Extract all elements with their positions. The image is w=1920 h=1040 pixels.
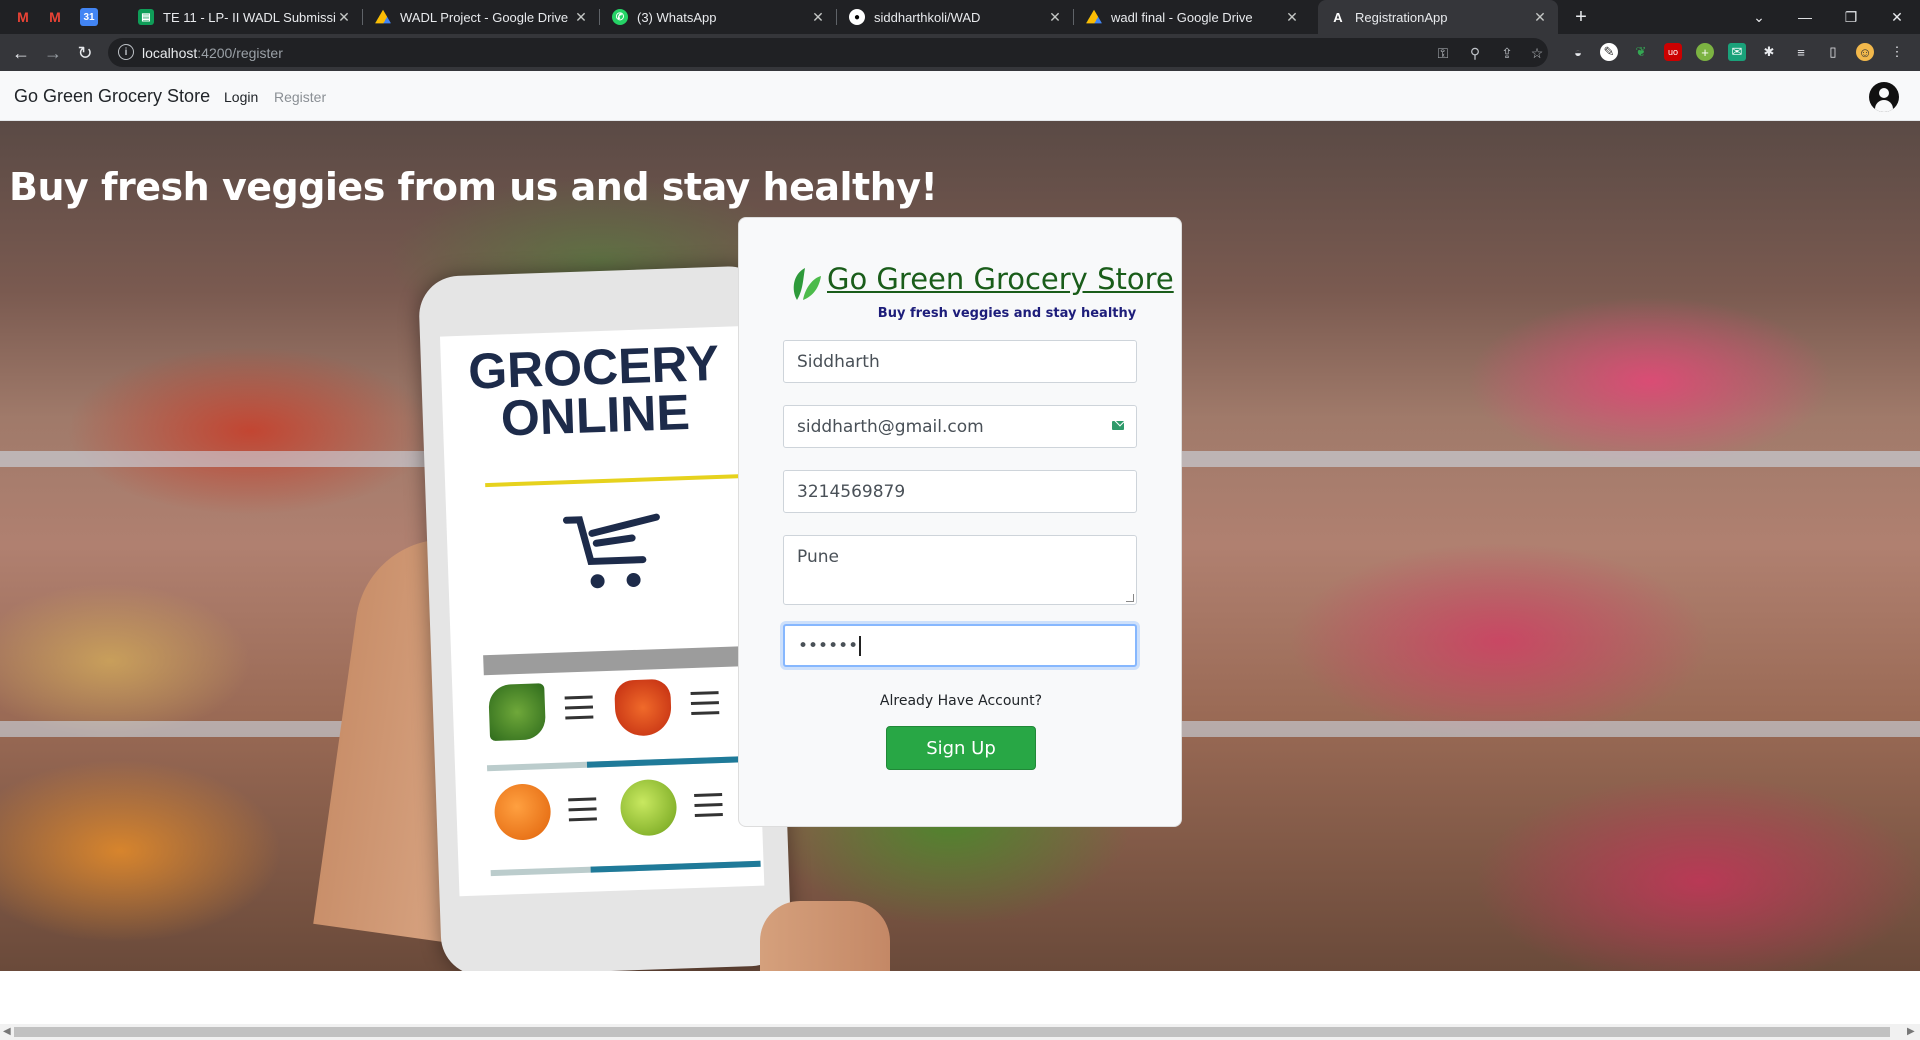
apple-icon xyxy=(619,778,678,837)
close-tab-icon[interactable]: ✕ xyxy=(1047,9,1063,26)
minimize-button[interactable]: — xyxy=(1782,0,1828,34)
tab-title: WADL Project - Google Drive xyxy=(400,9,569,25)
drive-icon xyxy=(1086,9,1102,24)
github-icon: ● xyxy=(849,9,865,25)
close-tab-icon[interactable]: ✕ xyxy=(1532,9,1548,26)
name-input[interactable]: Siddharth xyxy=(783,340,1137,383)
ublock-icon[interactable]: uo xyxy=(1664,43,1682,61)
lettuce-icon xyxy=(488,683,547,742)
checklist-icon xyxy=(556,791,597,832)
tab-title: (3) WhatsApp xyxy=(637,9,717,25)
tab-wadl-final-drive[interactable]: wadl final - Google Drive ✕ xyxy=(1074,0,1310,34)
whatsapp-icon: ✆ xyxy=(612,9,628,25)
tab-title: TE 11 - LP- II WADL Submission / xyxy=(163,9,336,25)
scroll-right-icon[interactable]: ▶ xyxy=(1907,1026,1915,1037)
back-button[interactable]: ← xyxy=(9,41,33,65)
text-caret xyxy=(859,636,861,656)
nav-login-link[interactable]: Login xyxy=(224,89,258,105)
mail-icon xyxy=(1112,421,1124,430)
address-value: Pune xyxy=(797,547,839,567)
email-value: siddharth@gmail.com xyxy=(797,417,984,437)
nav-register-link[interactable]: Register xyxy=(274,89,326,105)
tab-registration-app[interactable]: A RegistrationApp ✕ xyxy=(1318,0,1558,34)
navbar-brand[interactable]: Go Green Grocery Store xyxy=(14,86,210,107)
bookmark-star-icon[interactable]: ☆ xyxy=(1528,44,1546,62)
form-title[interactable]: Go Green Grocery Store xyxy=(827,262,1174,296)
profile-avatar-icon[interactable]: ☺ xyxy=(1856,43,1874,61)
tab-search-icon[interactable]: ⌄ xyxy=(1736,0,1782,34)
chrome-menu-icon[interactable]: ⋮ xyxy=(1888,43,1906,61)
pepper-icon xyxy=(614,678,673,737)
restore-button[interactable]: ❐ xyxy=(1828,0,1874,34)
url-text: localhost:4200/register xyxy=(142,45,283,61)
calendar-pinned-tab-icon[interactable]: 31 xyxy=(80,8,98,26)
checklist-icon xyxy=(682,787,723,828)
close-tab-icon[interactable]: ✕ xyxy=(336,9,352,26)
password-input[interactable]: •••••• xyxy=(783,624,1137,667)
password-value: •••••• xyxy=(798,636,859,656)
browser-tab-strip: M M 31 ▤ TE 11 - LP- II WADL Submission … xyxy=(0,0,1920,34)
key-icon[interactable]: ⚿ xyxy=(1434,44,1452,62)
extension-mail-icon[interactable]: ✉ xyxy=(1728,43,1746,61)
side-panel-icon[interactable]: ▯ xyxy=(1824,43,1842,61)
scrollbar-thumb[interactable] xyxy=(14,1027,1890,1037)
gmail-pinned-tab-icon[interactable]: M xyxy=(14,8,32,26)
form-subtitle: Buy fresh veggies and stay healthy xyxy=(877,306,1137,321)
tab-title: wadl final - Google Drive xyxy=(1111,9,1253,25)
resize-handle-icon[interactable] xyxy=(1126,594,1134,602)
address-textarea[interactable]: Pune xyxy=(783,535,1137,605)
address-bar[interactable]: i localhost:4200/register ⚿ ⚲ ⇪ ☆ xyxy=(108,38,1548,67)
close-tab-icon[interactable]: ✕ xyxy=(1284,9,1300,26)
progress-bar xyxy=(486,755,758,772)
tab-whatsapp[interactable]: ✆ (3) WhatsApp ✕ xyxy=(600,0,836,34)
extension-incognito-icon[interactable]: ◒ xyxy=(1569,43,1587,61)
drive-icon xyxy=(375,9,391,24)
orange-icon xyxy=(493,783,552,841)
progress-bar xyxy=(490,860,761,877)
app-navbar: Go Green Grocery Store Login Register xyxy=(0,71,1920,121)
tab-wadl-submission[interactable]: ▤ TE 11 - LP- II WADL Submission / ✕ xyxy=(126,0,362,34)
zoom-icon[interactable]: ⚲ xyxy=(1466,44,1484,62)
sign-up-button[interactable]: Sign Up xyxy=(886,726,1036,770)
angular-icon: A xyxy=(1333,9,1343,25)
tab-wadl-project-drive[interactable]: WADL Project - Google Drive ✕ xyxy=(363,0,599,34)
tab-title: RegistrationApp xyxy=(1355,9,1448,25)
close-tab-icon[interactable]: ✕ xyxy=(810,9,826,26)
reload-button[interactable]: ↻ xyxy=(73,41,97,65)
tab-title: siddharthkoli/WAD xyxy=(874,9,981,25)
extension-plus-icon[interactable]: + xyxy=(1696,43,1714,61)
cart-icon xyxy=(562,513,660,589)
phone-input[interactable]: 3214569879 xyxy=(783,470,1137,513)
close-window-button[interactable]: ✕ xyxy=(1874,0,1920,34)
gmail-pinned-tab-icon-2[interactable]: M xyxy=(46,8,64,26)
horizontal-scrollbar[interactable]: ◀ ▶ xyxy=(0,1024,1920,1040)
email-input[interactable]: siddharth@gmail.com xyxy=(783,405,1137,448)
new-tab-button[interactable]: + xyxy=(1558,0,1604,34)
hero-title: Buy fresh veggies from us and stay healt… xyxy=(9,165,938,209)
extensions-puzzle-icon[interactable]: ✱ xyxy=(1760,43,1778,61)
already-have-account-link[interactable]: Already Have Account? xyxy=(739,693,1183,709)
phone-text-online: ONLINE xyxy=(499,383,691,447)
divider-line xyxy=(485,474,746,488)
user-account-icon[interactable] xyxy=(1869,82,1899,112)
leaf-logo-icon xyxy=(793,268,821,300)
extension-profile-icon[interactable]: ✎ xyxy=(1600,43,1618,61)
checklist-icon xyxy=(678,685,720,726)
registration-card: Go Green Grocery Store Buy fresh veggies… xyxy=(738,217,1182,827)
phone-image: GROCERY ONLINE xyxy=(417,265,793,971)
checklist-icon xyxy=(552,689,594,730)
forward-button[interactable]: → xyxy=(41,41,65,65)
close-tab-icon[interactable]: ✕ xyxy=(573,9,589,26)
scroll-left-icon[interactable]: ◀ xyxy=(3,1026,11,1037)
food-bar xyxy=(483,645,754,676)
site-info-icon[interactable]: i xyxy=(118,44,134,60)
thumb-image xyxy=(760,901,890,971)
share-icon[interactable]: ⇪ xyxy=(1498,44,1516,62)
reading-list-icon[interactable]: ≡ xyxy=(1792,43,1810,61)
phone-screen: GROCERY ONLINE xyxy=(439,325,765,897)
extension-leaf-icon[interactable]: ❦ xyxy=(1632,43,1650,61)
tab-github-wad[interactable]: ● siddharthkoli/WAD ✕ xyxy=(837,0,1073,34)
sheets-icon: ▤ xyxy=(138,9,154,25)
